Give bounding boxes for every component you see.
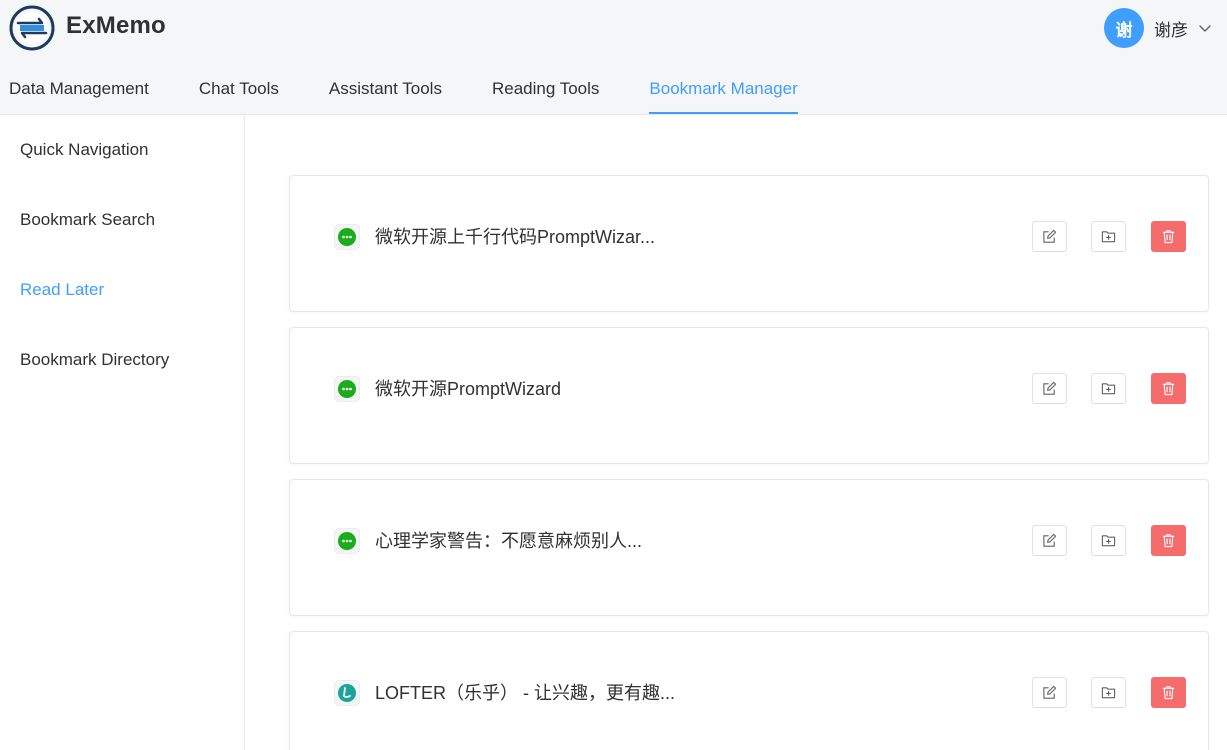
bookmark-card[interactable]: LOFTER（乐乎） - 让兴趣，更有趣... xyxy=(289,631,1209,750)
edit-icon xyxy=(1043,381,1057,395)
bookmark-title[interactable]: LOFTER（乐乎） - 让兴趣，更有趣... xyxy=(375,679,675,705)
tab-assistant-tools[interactable]: Assistant Tools xyxy=(329,68,442,114)
delete-button[interactable] xyxy=(1151,221,1186,252)
user-name[interactable]: 谢彦 xyxy=(1154,16,1188,41)
move-to-folder-button[interactable] xyxy=(1091,525,1126,556)
edit-icon xyxy=(1043,685,1057,699)
move-to-folder-button[interactable] xyxy=(1091,677,1126,708)
trash-icon xyxy=(1162,534,1175,548)
edit-icon xyxy=(1043,229,1057,243)
delete-button[interactable] xyxy=(1151,677,1186,708)
delete-button[interactable] xyxy=(1151,373,1186,404)
sidebar-item-read-later[interactable]: Read Later xyxy=(20,280,104,300)
sidebar-item-bookmark-directory[interactable]: Bookmark Directory xyxy=(20,350,169,370)
bookmark-card[interactable]: 心理学家警告：不愿意麻烦别人... xyxy=(289,479,1209,616)
bookmark-title[interactable]: 心理学家警告：不愿意麻烦别人... xyxy=(375,527,642,553)
wechat-icon xyxy=(334,376,360,402)
edit-button[interactable] xyxy=(1032,221,1067,252)
bookmark-title[interactable]: 微软开源PromptWizard xyxy=(375,375,561,401)
tab-bookmark-manager[interactable]: Bookmark Manager xyxy=(649,68,798,114)
edit-button[interactable] xyxy=(1032,525,1067,556)
lofter-icon xyxy=(334,680,360,706)
sidebar-item-quick-navigation[interactable]: Quick Navigation xyxy=(20,140,149,160)
trash-icon xyxy=(1162,686,1175,700)
main-tabs: Data Management Chat Tools Assistant Too… xyxy=(9,68,848,115)
bookmark-card[interactable]: 微软开源上千行代码PromptWizar... xyxy=(289,175,1209,312)
chevron-down-icon[interactable] xyxy=(1198,21,1212,35)
folder-plus-icon xyxy=(1101,687,1116,699)
move-to-folder-button[interactable] xyxy=(1091,373,1126,404)
folder-plus-icon xyxy=(1101,383,1116,395)
edit-icon xyxy=(1043,533,1057,547)
move-to-folder-button[interactable] xyxy=(1091,221,1126,252)
edit-button[interactable] xyxy=(1032,677,1067,708)
folder-plus-icon xyxy=(1101,231,1116,243)
trash-icon xyxy=(1162,230,1175,244)
bookmark-title[interactable]: 微软开源上千行代码PromptWizar... xyxy=(375,223,655,249)
bookmark-card[interactable]: 微软开源PromptWizard xyxy=(289,327,1209,464)
user-menu[interactable]: 谢 谢彦 xyxy=(1104,7,1212,49)
avatar[interactable]: 谢 xyxy=(1104,8,1144,48)
sidebar-item-bookmark-search[interactable]: Bookmark Search xyxy=(20,210,155,230)
tab-reading-tools[interactable]: Reading Tools xyxy=(492,68,599,114)
top-header: ExMemo 谢 谢彦 Data Management Chat Tools A… xyxy=(0,0,1227,115)
exmemo-logo-icon[interactable] xyxy=(9,5,55,51)
tab-chat-tools[interactable]: Chat Tools xyxy=(199,68,279,114)
wechat-icon xyxy=(334,528,360,554)
app-title: ExMemo xyxy=(66,12,166,39)
folder-plus-icon xyxy=(1101,535,1116,547)
wechat-icon xyxy=(334,224,360,250)
trash-icon xyxy=(1162,382,1175,396)
delete-button[interactable] xyxy=(1151,525,1186,556)
edit-button[interactable] xyxy=(1032,373,1067,404)
tab-data-management[interactable]: Data Management xyxy=(9,68,149,114)
